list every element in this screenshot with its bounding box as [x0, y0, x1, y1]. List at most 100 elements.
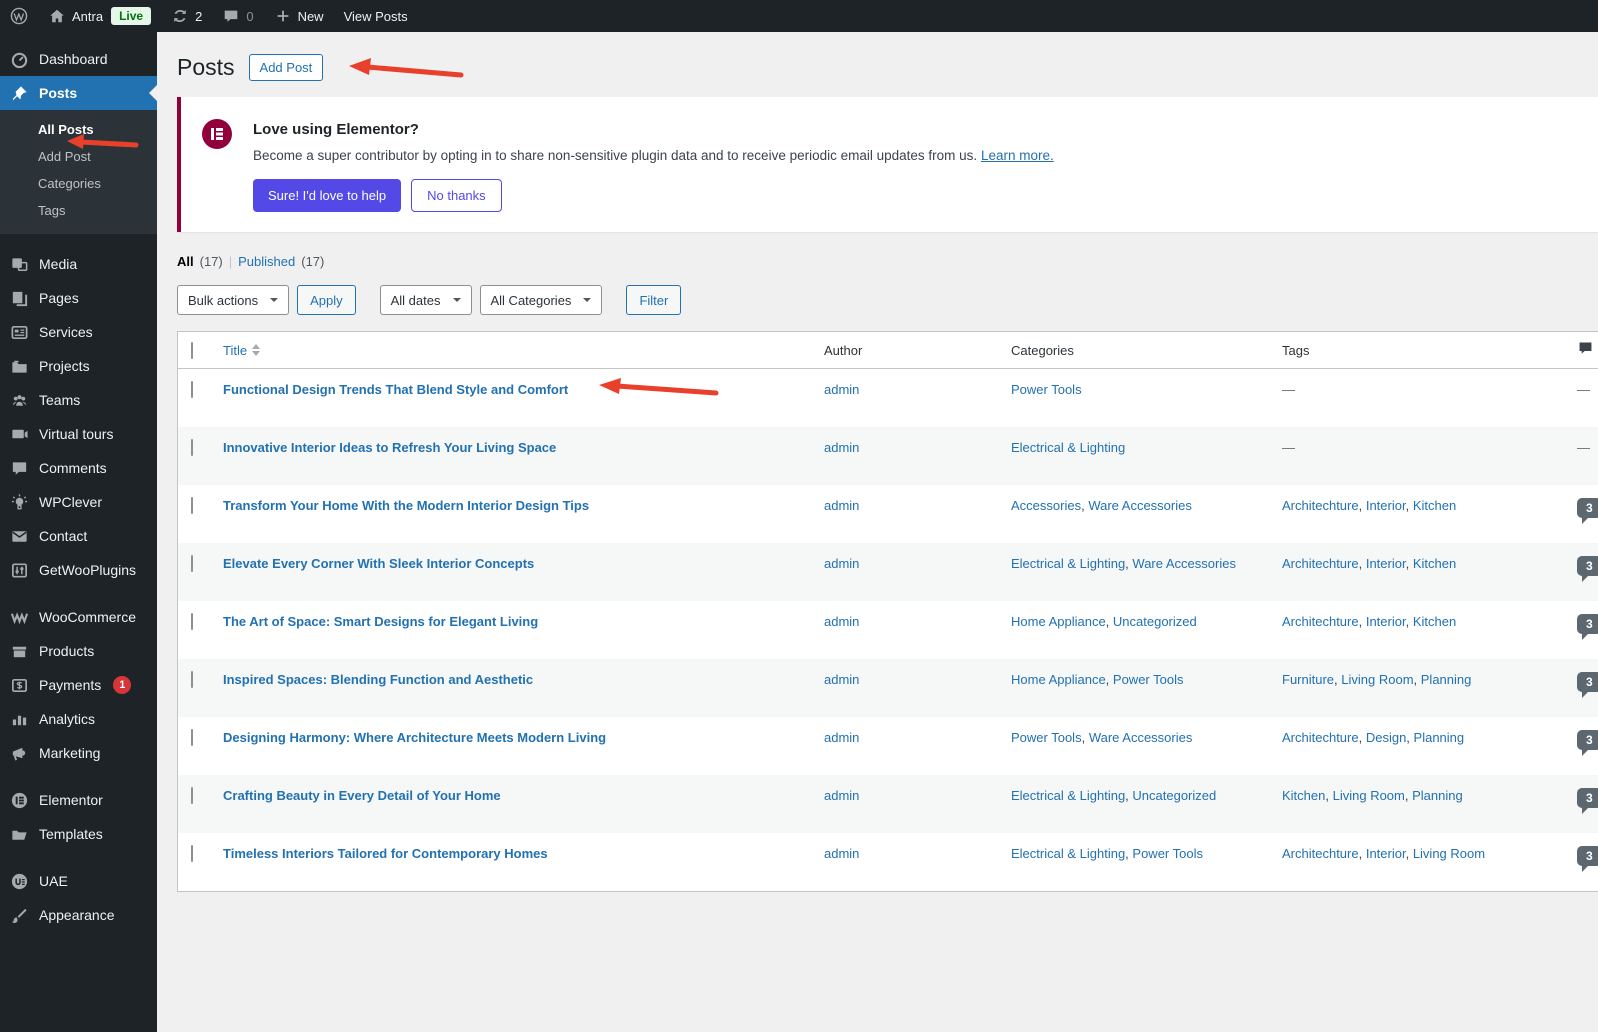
comment-count-bubble[interactable]: 3 [1577, 556, 1598, 582]
comment-count-bubble[interactable]: 3 [1577, 846, 1598, 872]
author-link[interactable]: admin [824, 846, 859, 861]
sidebar-item-posts[interactable]: Posts [0, 76, 157, 110]
updates-menu[interactable]: 2 [161, 0, 212, 32]
tag-link[interactable]: Kitchen [1413, 556, 1456, 571]
category-link[interactable]: Electrical & Lighting [1011, 846, 1125, 861]
sidebar-item-payments[interactable]: Payments 1 [0, 668, 157, 702]
comment-count-bubble[interactable]: 3 [1577, 498, 1598, 524]
author-link[interactable]: admin [824, 788, 859, 803]
sidebar-item-uae[interactable]: UAE [0, 864, 157, 898]
sidebar-item-teams[interactable]: Teams [0, 383, 157, 417]
apply-button[interactable]: Apply [297, 285, 356, 315]
sidebar-item-dashboard[interactable]: Dashboard [0, 42, 157, 76]
category-link[interactable]: Electrical & Lighting [1011, 556, 1125, 571]
row-checkbox[interactable] [191, 555, 193, 572]
tag-link[interactable]: Kitchen [1413, 498, 1456, 513]
tag-link[interactable]: Architechture [1282, 498, 1359, 513]
select-all-checkbox[interactable] [191, 341, 193, 359]
category-link[interactable]: Power Tools [1113, 672, 1184, 687]
tag-link[interactable]: Kitchen [1413, 614, 1456, 629]
site-menu[interactable]: Antra Live [38, 0, 161, 32]
post-title-link[interactable]: Functional Design Trends That Blend Styl… [223, 382, 568, 397]
sidebar-item-projects[interactable]: Projects [0, 349, 157, 383]
sidebar-item-elementor[interactable]: Elementor [0, 783, 157, 817]
sidebar-item-appearance[interactable]: Appearance [0, 898, 157, 932]
comments-menu[interactable]: 0 [212, 0, 263, 32]
learn-more-link[interactable]: Learn more. [981, 148, 1054, 163]
tag-link[interactable]: Furniture [1282, 672, 1334, 687]
post-title-link[interactable]: Timeless Interiors Tailored for Contempo… [223, 846, 548, 861]
submenu-item-all-posts[interactable]: All Posts [0, 116, 157, 143]
category-link[interactable]: Power Tools [1011, 382, 1082, 397]
post-title-link[interactable]: Inspired Spaces: Blending Function and A… [223, 672, 533, 687]
author-link[interactable]: admin [824, 382, 859, 397]
category-link[interactable]: Uncategorized [1132, 788, 1216, 803]
add-post-button[interactable]: Add Post [248, 54, 324, 81]
post-title-link[interactable]: Elevate Every Corner With Sleek Interior… [223, 556, 534, 571]
author-link[interactable]: admin [824, 730, 859, 745]
submenu-item-add-post[interactable]: Add Post [0, 143, 157, 170]
tag-link[interactable]: Living Room [1413, 846, 1485, 861]
tag-link[interactable]: Kitchen [1282, 788, 1325, 803]
sidebar-item-analytics[interactable]: Analytics [0, 702, 157, 736]
category-link[interactable]: Uncategorized [1113, 614, 1197, 629]
tag-link[interactable]: Planning [1412, 788, 1463, 803]
sidebar-item-pages[interactable]: Pages [0, 281, 157, 315]
column-header-title[interactable]: Title [223, 343, 824, 358]
comment-count-bubble[interactable]: 3 [1577, 730, 1598, 756]
row-checkbox[interactable] [191, 381, 193, 398]
tag-link[interactable]: Architechture [1282, 556, 1359, 571]
sidebar-item-getwooplugins[interactable]: GetWooPlugins [0, 553, 157, 587]
new-content-menu[interactable]: New [264, 0, 334, 32]
sidebar-item-products[interactable]: Products [0, 634, 157, 668]
tag-link[interactable]: Interior [1366, 498, 1406, 513]
tag-link[interactable]: Architechture [1282, 846, 1359, 861]
category-link[interactable]: Accessories [1011, 498, 1081, 513]
comment-count-bubble[interactable]: 3 [1577, 788, 1598, 814]
row-checkbox[interactable] [191, 613, 193, 630]
category-link[interactable]: Ware Accessories [1088, 498, 1192, 513]
banner-accept-button[interactable]: Sure! I'd love to help [253, 179, 402, 212]
comment-count-bubble[interactable]: 3 [1577, 672, 1598, 698]
submenu-item-tags[interactable]: Tags [0, 197, 157, 224]
tag-link[interactable]: Living Room [1341, 672, 1413, 687]
post-title-link[interactable]: Crafting Beauty in Every Detail of Your … [223, 788, 501, 803]
category-link[interactable]: Home Appliance [1011, 672, 1106, 687]
sidebar-item-wpclever[interactable]: WPClever [0, 485, 157, 519]
post-title-link[interactable]: The Art of Space: Smart Designs for Eleg… [223, 614, 538, 629]
row-checkbox[interactable] [191, 729, 193, 746]
tag-link[interactable]: Design [1366, 730, 1406, 745]
category-link[interactable]: Electrical & Lighting [1011, 440, 1125, 455]
author-link[interactable]: admin [824, 440, 859, 455]
tag-link[interactable]: Interior [1366, 846, 1406, 861]
filter-button[interactable]: Filter [626, 285, 682, 315]
tag-link[interactable]: Interior [1366, 556, 1406, 571]
category-link[interactable]: Power Tools [1011, 730, 1082, 745]
tag-link[interactable]: Living Room [1333, 788, 1405, 803]
filter-all-link[interactable]: All [177, 254, 194, 269]
post-title-link[interactable]: Designing Harmony: Where Architecture Me… [223, 730, 606, 745]
banner-decline-button[interactable]: No thanks [411, 179, 502, 212]
tag-link[interactable]: Architechture [1282, 730, 1359, 745]
author-link[interactable]: admin [824, 556, 859, 571]
author-link[interactable]: admin [824, 614, 859, 629]
sidebar-item-virtual-tours[interactable]: Virtual tours [0, 417, 157, 451]
author-link[interactable]: admin [824, 498, 859, 513]
filter-published-link[interactable]: Published [238, 254, 295, 269]
sidebar-item-templates[interactable]: Templates [0, 817, 157, 851]
category-link[interactable]: Ware Accessories [1132, 556, 1236, 571]
sidebar-item-woocommerce[interactable]: WooCommerce [0, 600, 157, 634]
category-link[interactable]: Ware Accessories [1089, 730, 1193, 745]
sidebar-item-contact[interactable]: Contact [0, 519, 157, 553]
wordpress-logo[interactable] [0, 0, 38, 32]
categories-select[interactable]: All Categories [479, 285, 603, 315]
category-link[interactable]: Power Tools [1132, 846, 1203, 861]
sidebar-item-comments[interactable]: Comments [0, 451, 157, 485]
row-checkbox[interactable] [191, 671, 193, 688]
tag-link[interactable]: Architechture [1282, 614, 1359, 629]
view-posts-menu[interactable]: View Posts [334, 0, 418, 32]
sidebar-item-services[interactable]: Services [0, 315, 157, 349]
tag-link[interactable]: Planning [1421, 672, 1472, 687]
sidebar-item-media[interactable]: Media [0, 247, 157, 281]
row-checkbox[interactable] [191, 497, 193, 514]
